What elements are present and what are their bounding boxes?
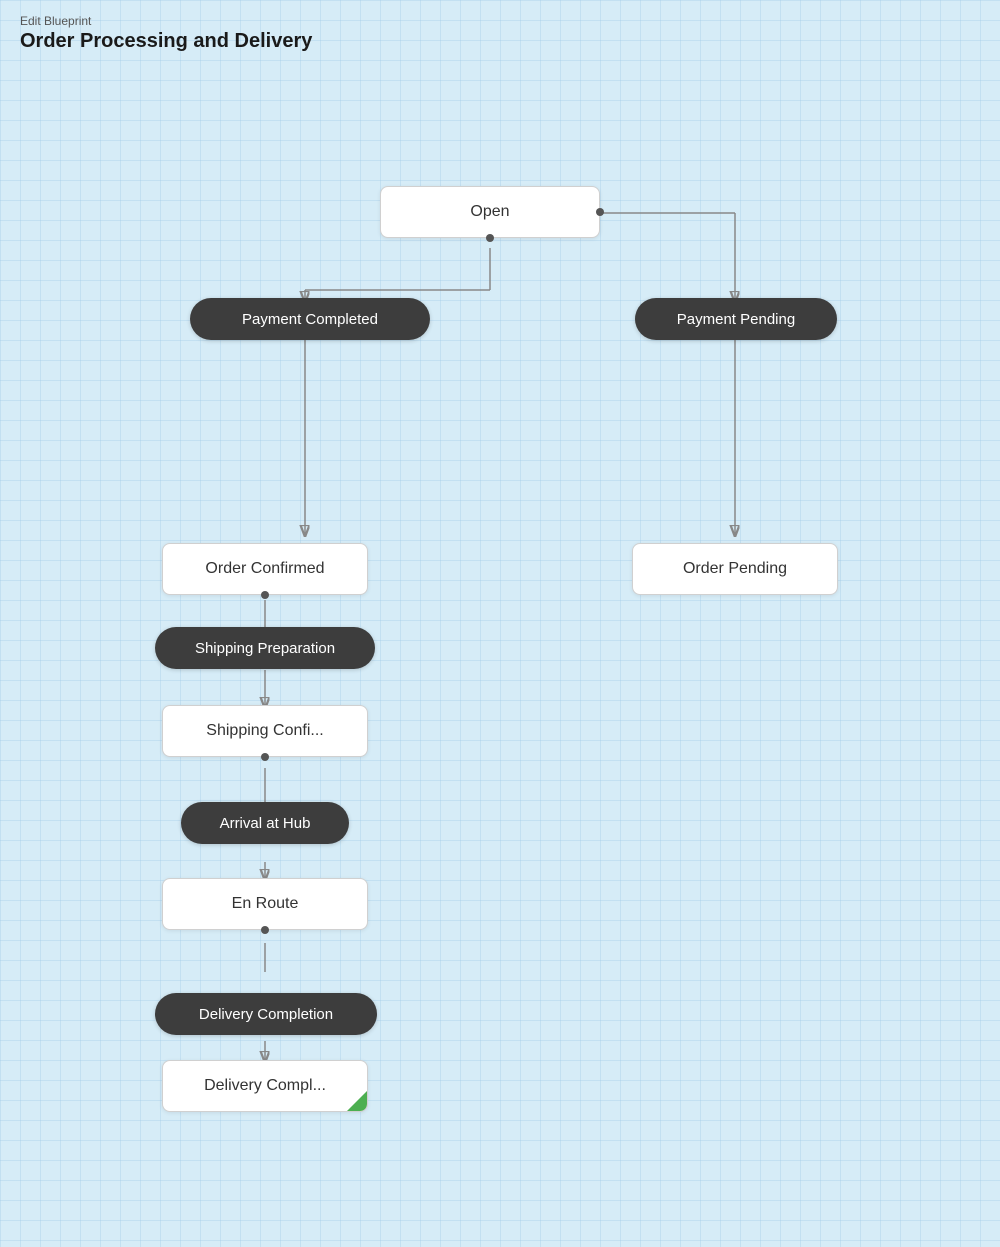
transition-shipping-preparation[interactable]: Shipping Preparation — [155, 627, 375, 669]
dot-open-right — [596, 208, 604, 216]
header: Edit Blueprint Order Processing and Deli… — [20, 14, 312, 53]
transition-arrival-at-hub[interactable]: Arrival at Hub — [181, 802, 349, 844]
dot-order-confirmed-bottom — [261, 591, 269, 599]
transition-payment-pending[interactable]: Payment Pending — [635, 298, 837, 340]
dot-shipping-confirmed-bottom — [261, 753, 269, 761]
green-corner-indicator — [347, 1091, 367, 1111]
state-open[interactable]: Open — [380, 186, 600, 238]
transition-delivery-completion[interactable]: Delivery Completion — [155, 993, 377, 1035]
state-delivery-complete[interactable]: Delivery Compl... — [162, 1060, 368, 1112]
transition-payment-completed[interactable]: Payment Completed — [190, 298, 430, 340]
page-title: Order Processing and Delivery — [20, 30, 312, 53]
blueprint-canvas: Edit Blueprint Order Processing and Deli… — [0, 0, 1000, 1247]
dot-open-bottom — [486, 234, 494, 242]
dot-en-route-bottom — [261, 926, 269, 934]
state-order-pending[interactable]: Order Pending — [632, 543, 838, 595]
header-subtitle: Edit Blueprint — [20, 14, 312, 28]
state-en-route[interactable]: En Route — [162, 878, 368, 930]
state-shipping-confirmed[interactable]: Shipping Confi... — [162, 705, 368, 757]
state-order-confirmed[interactable]: Order Confirmed — [162, 543, 368, 595]
